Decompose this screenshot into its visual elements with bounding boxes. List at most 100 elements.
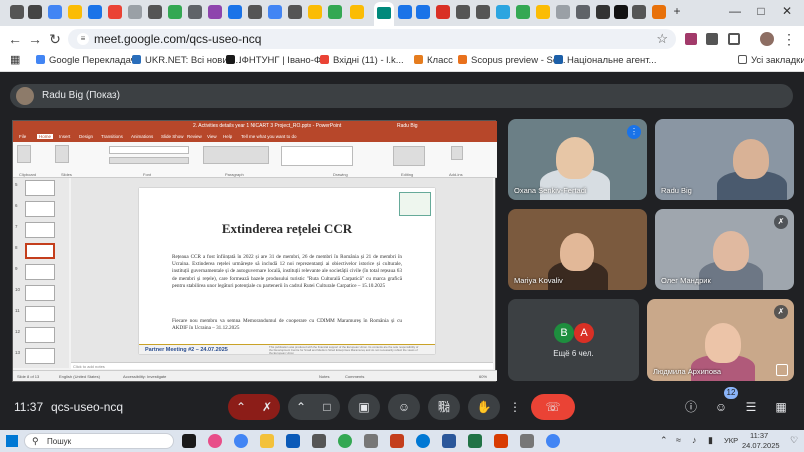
ribbon-tab[interactable]: Review [187, 134, 202, 139]
tab-favicon[interactable] [228, 5, 242, 19]
tab-favicon[interactable] [652, 5, 666, 19]
chrome-icon[interactable] [546, 434, 560, 448]
presented-screen[interactable]: 2. Activities details year 1 NICART 3 Pr… [12, 120, 497, 382]
tab-favicon[interactable] [556, 5, 570, 19]
tab-favicon[interactable] [576, 5, 590, 19]
participant-tile[interactable]: Radu Big [655, 119, 794, 200]
accessibility-status[interactable]: Accessibility: Investigate [123, 374, 166, 379]
active-tab[interactable] [374, 2, 394, 26]
shapes-gallery[interactable] [281, 146, 353, 166]
reload-icon[interactable]: ↻ [46, 31, 64, 48]
tray-chevron-icon[interactable]: ⌃ [660, 435, 668, 446]
ribbon-tab[interactable]: Insert [59, 134, 70, 139]
bookmark-item[interactable]: Scopus preview - Sc... [458, 55, 566, 66]
tab-favicon[interactable] [398, 5, 412, 19]
comments-toggle[interactable]: Comments [345, 374, 364, 379]
all-bookmarks-button[interactable]: Усі закладки [738, 55, 804, 66]
tab-favicon[interactable] [596, 5, 610, 19]
tab-favicon[interactable] [350, 5, 364, 19]
new-slide-icon[interactable] [55, 145, 69, 163]
present-button[interactable]: ▣ [348, 394, 380, 420]
language-status[interactable]: English (United States) [59, 374, 100, 379]
tab-favicon[interactable] [168, 5, 182, 19]
tab-favicon[interactable] [328, 5, 342, 19]
paragraph-controls[interactable] [203, 146, 269, 164]
tab-favicon[interactable] [614, 5, 628, 19]
tab-favicon[interactable] [148, 5, 162, 19]
ribbon-tab[interactable]: Help [223, 134, 232, 139]
font-dropdown[interactable] [109, 146, 189, 154]
chrome-icon[interactable] [234, 434, 248, 448]
ribbon-tab[interactable]: View [207, 134, 217, 139]
editing-controls[interactable] [393, 146, 425, 166]
more-options-icon[interactable]: ⋮ [506, 394, 524, 420]
copilot-icon[interactable] [208, 434, 222, 448]
audio-options-chevron-icon[interactable]: ⌃ [228, 394, 254, 420]
minimize-icon[interactable]: — [726, 4, 744, 18]
participant-tile[interactable]: Mariya Kovaliv [508, 209, 647, 290]
word-icon[interactable] [442, 434, 456, 448]
taskbar-search[interactable]: ⚲ Пошук [24, 433, 174, 449]
slide-thumbnail[interactable] [25, 306, 55, 322]
bookmark-item[interactable]: UKR.NET: Всі новин... [132, 55, 241, 66]
tab-favicon[interactable] [456, 5, 470, 19]
tab-favicon[interactable] [188, 5, 202, 19]
language-indicator[interactable]: УКР [724, 436, 738, 445]
taskbar-time[interactable]: 11:37 [750, 431, 768, 440]
battery-icon[interactable]: ▮ [708, 435, 713, 446]
menu-kebab-icon[interactable]: ⋮ [780, 31, 798, 48]
task-view-icon[interactable] [182, 434, 196, 448]
participant-tile[interactable]: ⋮ Oxana Senkiv-Fertadi [508, 119, 647, 200]
notes-pane[interactable]: Click to add notes [71, 362, 493, 369]
tab-favicon[interactable] [10, 5, 24, 19]
forward-arrow-icon[interactable]: → [26, 31, 44, 47]
font-format-row[interactable] [109, 157, 189, 164]
slide-thumbnail[interactable] [25, 180, 55, 196]
app-icon[interactable] [520, 434, 534, 448]
tab-favicon[interactable] [308, 5, 322, 19]
tab-favicon[interactable] [632, 5, 646, 19]
tab-favicon[interactable] [68, 5, 82, 19]
slide-thumbnail-selected[interactable] [25, 243, 55, 259]
tab-favicon[interactable] [88, 5, 102, 19]
current-slide[interactable]: Extinderea rețelei CCR Rețeaua CCR a fos… [139, 188, 435, 355]
notification-bell-icon[interactable]: ♡ [790, 435, 798, 446]
app-icon[interactable] [364, 434, 378, 448]
extension-icon[interactable] [706, 33, 718, 45]
extensions-puzzle-icon[interactable] [728, 33, 740, 45]
add-ins-icon[interactable] [451, 146, 463, 160]
participant-tile[interactable]: ✗ Олег Мандрик [655, 209, 794, 290]
tab-favicon[interactable] [516, 5, 530, 19]
bookmark-item[interactable]: Вхідні (11) - l.k... [320, 55, 404, 66]
tab-favicon[interactable] [28, 5, 42, 19]
tab-favicon[interactable] [536, 5, 550, 19]
bookmark-star-icon[interactable]: ☆ [656, 31, 668, 47]
save-app-icon[interactable] [286, 434, 300, 448]
ribbon-tab[interactable]: File [19, 134, 26, 139]
tab-favicon[interactable] [268, 5, 282, 19]
camera-button[interactable]: □ [314, 394, 340, 420]
paste-icon[interactable] [17, 145, 31, 163]
participant-tile[interactable]: ✗ Людмила Архипова [647, 299, 794, 381]
bookmark-item[interactable]: Google Перекладач [36, 55, 136, 66]
captions-button[interactable]: ㍾ [428, 394, 460, 420]
chat-icon[interactable]: ☰ [740, 394, 762, 420]
back-arrow-icon[interactable]: ← [6, 31, 24, 47]
close-icon[interactable]: ✕ [778, 4, 796, 18]
tab-favicon[interactable] [496, 5, 510, 19]
pin-expand-icon[interactable] [776, 364, 788, 376]
slide-thumbnail[interactable] [25, 201, 55, 217]
tab-favicon[interactable] [288, 5, 302, 19]
tab-favicon[interactable] [108, 5, 122, 19]
meeting-info-icon[interactable]: ⓘ [680, 394, 702, 420]
tell-me-search[interactable]: Tell me what you want to do [241, 134, 297, 139]
volume-icon[interactable]: ♪ [692, 435, 697, 445]
app-icon[interactable] [312, 434, 326, 448]
notes-toggle[interactable]: Notes [319, 374, 329, 379]
taskbar-date[interactable]: 24.07.2025 [742, 441, 780, 450]
extension-icon[interactable] [685, 33, 697, 45]
slide-thumbnail[interactable] [25, 327, 55, 343]
activities-icon[interactable]: ▦ [770, 394, 792, 420]
file-explorer-icon[interactable] [260, 434, 274, 448]
windows-start-icon[interactable] [6, 435, 18, 447]
